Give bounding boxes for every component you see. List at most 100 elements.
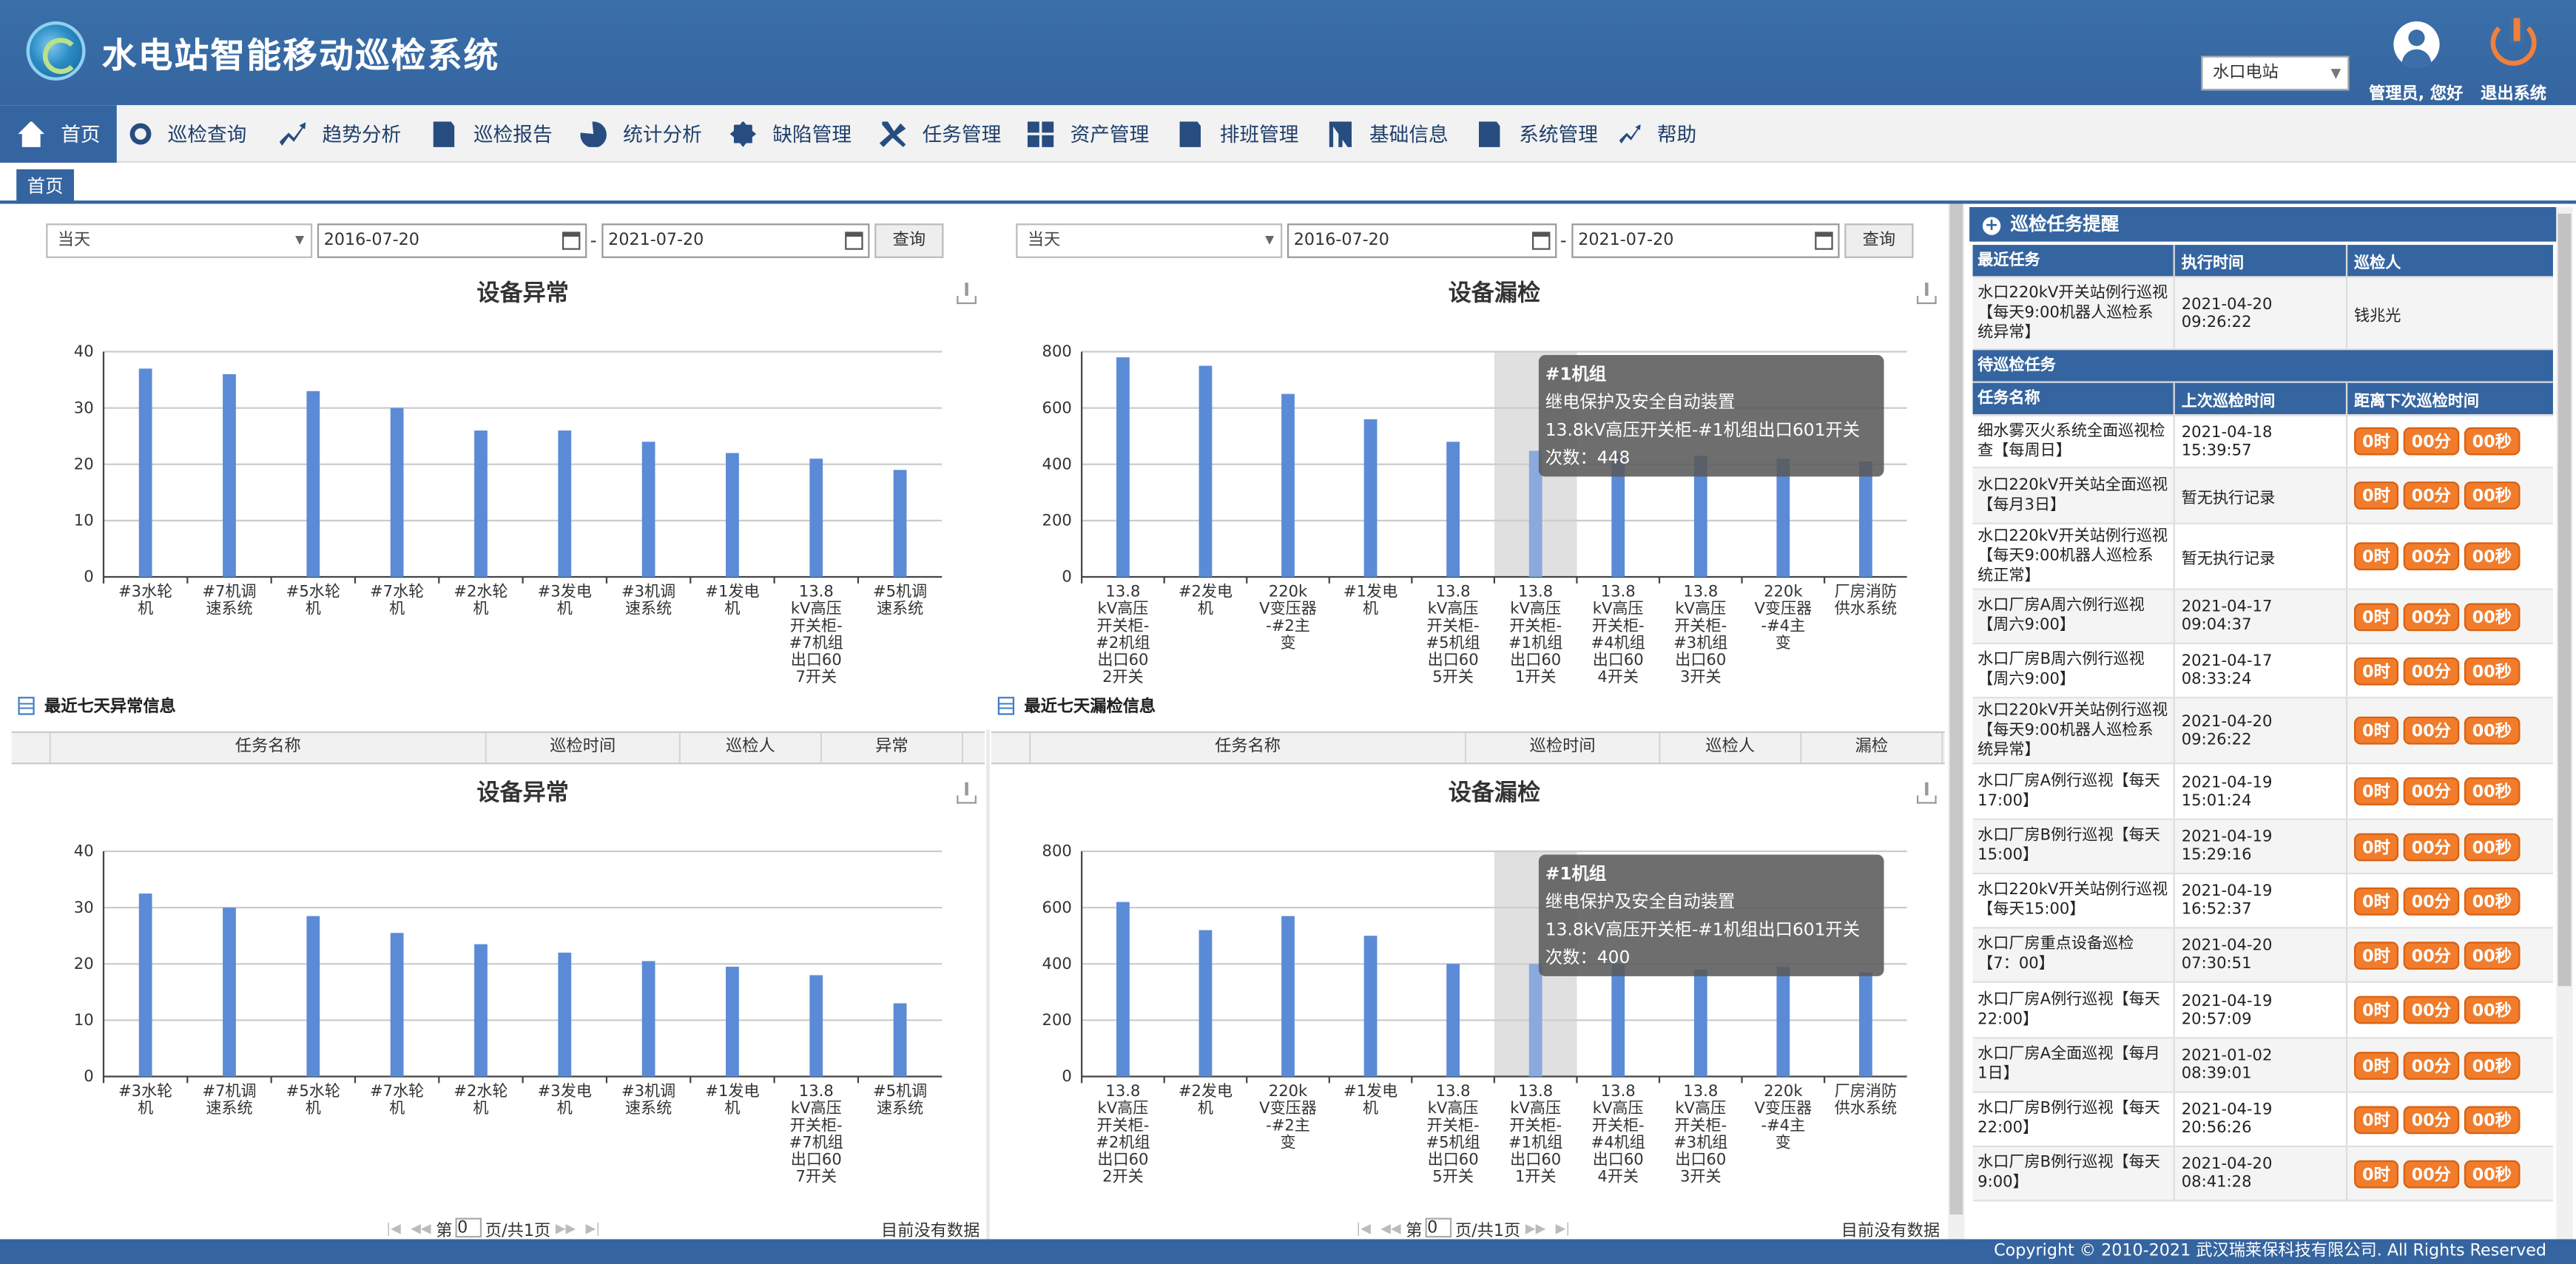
scrollbar-thumb[interactable] (2558, 213, 2572, 987)
bar[interactable] (1858, 972, 1872, 1077)
bar[interactable] (641, 961, 655, 1077)
bar[interactable] (474, 430, 488, 577)
page-number-input[interactable]: 0 (1425, 1217, 1452, 1238)
bar[interactable] (1363, 936, 1378, 1077)
bar[interactable] (306, 916, 320, 1077)
bar[interactable] (1693, 969, 1707, 1077)
plus-circle-icon[interactable]: + (1982, 217, 2001, 235)
page-number-input[interactable]: 0 (455, 1217, 482, 1238)
col-inspector[interactable]: 巡检人 (681, 733, 823, 763)
calendar-icon[interactable] (845, 231, 863, 250)
nav-item-system-management[interactable]: 系统管理 (1476, 105, 1598, 163)
bar[interactable] (726, 453, 739, 577)
bar[interactable] (138, 893, 152, 1077)
bar[interactable] (1611, 964, 1625, 1077)
nav-item-defect-management[interactable]: 缺陷管理 (729, 105, 852, 163)
bar[interactable] (893, 470, 907, 577)
table-row[interactable]: 水口厂房A周六例行巡视【周六9:00】 2021-04-17 09:04:37 0时… (1972, 589, 2553, 645)
nav-item-statistics[interactable]: 统计分析 (580, 105, 702, 163)
last-page-icon[interactable]: ▶| (1556, 1220, 1571, 1235)
left-start-date-input[interactable]: 2016-07-20 (317, 223, 587, 258)
bar[interactable] (809, 459, 823, 577)
first-page-icon[interactable]: |◀ (1356, 1220, 1371, 1235)
col-inspection-time[interactable]: 巡检时间 (487, 733, 681, 763)
table-row[interactable]: 水口220kV开关站例行巡视【每天9:00机器人巡检系统异常】 2021-04-2… (1972, 277, 2553, 351)
first-page-icon[interactable]: |◀ (386, 1220, 401, 1235)
bar[interactable] (1858, 461, 1872, 577)
bar[interactable] (1281, 393, 1295, 577)
bar[interactable] (893, 1003, 907, 1077)
bar[interactable] (138, 368, 152, 577)
table-row[interactable]: 细水雾灭火系统全面巡视检查【每周日】 2021-04-18 15:39:57 0时 0… (1972, 416, 2553, 469)
bar[interactable] (1281, 916, 1295, 1077)
nav-item-asset-management[interactable]: 资产管理 (1027, 105, 1149, 163)
bar[interactable] (1198, 365, 1213, 577)
bar[interactable] (474, 944, 488, 1077)
bar[interactable] (641, 442, 655, 577)
next-page-icon[interactable]: ▶▶ (556, 1220, 576, 1235)
prev-page-icon[interactable]: ◀◀ (1380, 1220, 1400, 1235)
bar[interactable] (1116, 357, 1130, 577)
left-query-button[interactable]: 查询 (874, 223, 944, 258)
main-scrollbar[interactable] (1948, 203, 1965, 1243)
left-end-date-input[interactable]: 2021-07-20 (601, 223, 870, 258)
download-icon[interactable] (957, 782, 977, 804)
nav-item-schedule-management[interactable]: 排班管理 (1177, 105, 1298, 163)
table-row[interactable]: 水口厂房B例行巡视【每天15:00】 2021-04-19 15:29:16 0时 0… (1972, 819, 2553, 875)
table-row[interactable]: 水口220kV开关站全面巡视【每月3日】 暂无执行记录 0时 00分 00秒 (1972, 468, 2553, 524)
nav-item-help[interactable]: 帮助 (1619, 105, 1696, 163)
table-row[interactable]: 水口厂房A例行巡视【每天22:00】 2021-04-19 20:57:09 0时 0… (1972, 982, 2553, 1039)
user-avatar-icon[interactable] (2393, 21, 2440, 68)
bar[interactable] (1198, 930, 1213, 1077)
right-range-select[interactable]: 当天 ▼ (1016, 223, 1283, 258)
tab-home[interactable]: 首页 (16, 169, 74, 204)
nav-item-inspection-report[interactable]: 巡检报告 (431, 105, 553, 163)
col-missed[interactable]: 漏检 (1801, 733, 1943, 763)
col-task-name[interactable]: 任务名称 (1031, 733, 1467, 763)
bar[interactable] (809, 975, 823, 1077)
bar[interactable] (1116, 902, 1130, 1077)
bar[interactable] (390, 408, 404, 577)
table-row[interactable]: 水口厂房B例行巡视【每天22:00】 2021-04-19 20:56:26 0时 0… (1972, 1092, 2553, 1148)
table-row[interactable]: 水口厂房B例行巡视【每天9:00】 2021-04-20 08:41:28 0时 00… (1972, 1147, 2553, 1202)
table-row[interactable]: 水口厂房A全面巡视【每月1日】 2021-01-02 08:39:01 0时 00分 0… (1972, 1038, 2553, 1093)
table-row[interactable]: 水口厂房重点设备巡检【7：00】 2021-04-20 07:30:51 0时 00分… (1972, 928, 2553, 983)
station-select[interactable]: 水口电站 ▼ (2201, 55, 2350, 91)
bar[interactable] (1446, 964, 1460, 1077)
bar[interactable] (223, 374, 236, 577)
bar[interactable] (306, 391, 320, 577)
power-icon[interactable] (2490, 14, 2537, 66)
bar[interactable] (390, 933, 404, 1077)
right-start-date-input[interactable]: 2016-07-20 (1287, 223, 1557, 258)
download-icon[interactable] (1916, 283, 1937, 305)
reminder-scrollbar[interactable] (2556, 206, 2573, 1240)
col-inspector[interactable]: 巡检人 (1660, 733, 1802, 763)
scrollbar-thumb[interactable] (1949, 203, 1963, 1215)
bar[interactable] (1776, 967, 1790, 1077)
bar[interactable] (223, 908, 236, 1077)
bar[interactable] (1446, 442, 1460, 577)
table-row[interactable]: 水口220kV开关站例行巡视【每天9:00机器人巡检系统正常】 暂无执行记录 0时 0… (1972, 524, 2553, 590)
table-row[interactable]: 水口220kV开关站例行巡视【每天9:00机器人巡检系统异常】 2021-04-2… (1972, 698, 2553, 765)
nav-item-task-management[interactable]: 任务管理 (879, 105, 1001, 163)
table-row[interactable]: 水口220kV开关站例行巡视【每天15:00】 2021-04-19 16:52:… (1972, 874, 2553, 929)
bar[interactable] (1363, 419, 1378, 577)
bar[interactable] (726, 967, 739, 1077)
nav-item-trend-analysis[interactable]: 趋势分析 (279, 105, 401, 163)
right-end-date-input[interactable]: 2021-07-20 (1571, 223, 1840, 258)
right-query-button[interactable]: 查询 (1844, 223, 1914, 258)
table-row[interactable]: 水口厂房B周六例行巡视【周六9:00】 2021-04-17 08:33:24 0时… (1972, 644, 2553, 699)
left-range-select[interactable]: 当天 ▼ (46, 223, 313, 258)
col-task-name[interactable]: 任务名称 (51, 733, 487, 763)
calendar-icon[interactable] (1815, 231, 1833, 250)
download-icon[interactable] (957, 283, 977, 305)
next-page-icon[interactable]: ▶▶ (1525, 1220, 1545, 1235)
nav-item-basic-info[interactable]: 基础信息 (1326, 105, 1449, 163)
download-icon[interactable] (1916, 782, 1937, 804)
calendar-icon[interactable] (1531, 231, 1551, 250)
last-page-icon[interactable]: ▶| (586, 1220, 601, 1235)
logout-button[interactable]: 退出系统 (2481, 79, 2546, 104)
bar[interactable] (558, 953, 572, 1077)
nav-item-inspection-query[interactable]: 巡检查询 (129, 105, 246, 163)
bar[interactable] (1528, 964, 1542, 1077)
